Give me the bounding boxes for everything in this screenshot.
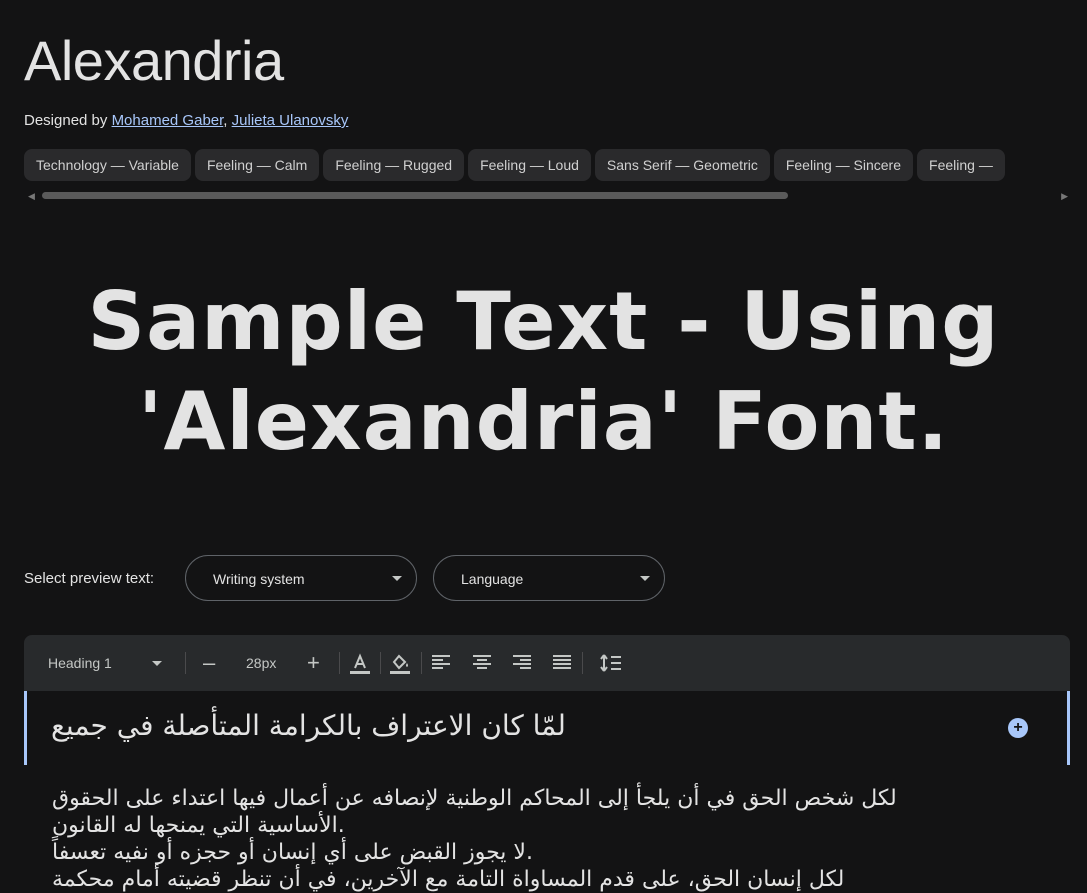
- chevron-down-icon: [392, 576, 402, 581]
- tag-chip[interactable]: Feeling — Rugged: [323, 149, 465, 181]
- scroll-right-icon[interactable]: ▶: [1061, 190, 1068, 202]
- tag-chip[interactable]: Feeling — Sincere: [773, 149, 914, 181]
- tags-scrollbar[interactable]: ◀ ▶: [24, 190, 1070, 202]
- highlight-color-icon[interactable]: [388, 652, 412, 676]
- designers-line: Designed by Mohamed Gaber, Julieta Ulano…: [24, 112, 349, 129]
- align-left-icon[interactable]: [430, 652, 452, 674]
- preview-label: Select preview text:: [24, 570, 155, 587]
- sample-line-1: Sample Text - Using: [87, 275, 1000, 368]
- editor-heading-text[interactable]: لمّا كان الاعتراف بالكرامة المتأصلة في ج…: [51, 709, 566, 742]
- chevron-down-icon: [152, 661, 162, 666]
- toolbar-divider: [380, 652, 381, 674]
- designer-link-2[interactable]: Julieta Ulanovsky: [232, 112, 349, 129]
- align-justify-icon[interactable]: [551, 652, 573, 674]
- font-size-value: 28px: [246, 655, 277, 671]
- text-color-icon[interactable]: [348, 652, 372, 676]
- add-icon[interactable]: +: [1008, 718, 1028, 738]
- tag-chip[interactable]: Feeling — Loud: [468, 149, 591, 181]
- editor-paragraph: لكل إنسان الحق، على قدم المساواة التامة …: [52, 867, 845, 892]
- toolbar-divider: [339, 652, 340, 674]
- scrollbar-thumb[interactable]: [42, 192, 788, 199]
- editor-paragraph: لا يجوز القبض على أي إنسان أو حجزه أو نف…: [52, 840, 533, 865]
- editor-toolbar: Heading 1 – 28px +: [24, 635, 1070, 691]
- designed-by-label: Designed by: [24, 112, 108, 129]
- editor-body-text[interactable]: لكل شخص الحق في أن يلجأ إلى المحاكم الوط…: [52, 785, 972, 893]
- align-right-icon[interactable]: [511, 652, 533, 674]
- align-center-icon[interactable]: [471, 652, 493, 674]
- tag-chip[interactable]: Feeling —: [917, 149, 1005, 181]
- toolbar-divider: [421, 652, 422, 674]
- increase-size-button[interactable]: +: [307, 635, 320, 691]
- text-style-select[interactable]: Heading 1: [48, 635, 112, 691]
- editor-paragraph: الأساسية التي يمنحها له القانون.: [52, 813, 345, 838]
- editor-heading-line[interactable]: لمّا كان الاعتراف بالكرامة المتأصلة في ج…: [24, 691, 1070, 765]
- sample-line-2: 'Alexandria' Font.: [137, 375, 950, 468]
- tag-chip[interactable]: Sans Serif — Geometric: [594, 149, 770, 181]
- sample-text: Sample Text - Using 'Alexandria' Font.: [60, 272, 1027, 472]
- tag-list: Technology — Variable Feeling — Calm Feeli…: [24, 149, 1070, 183]
- line-height-icon[interactable]: [599, 652, 623, 674]
- scroll-left-icon[interactable]: ◀: [28, 190, 35, 202]
- toolbar-divider: [582, 652, 583, 674]
- language-value: Language: [461, 571, 524, 587]
- designer-link-1[interactable]: Mohamed Gaber: [112, 112, 224, 129]
- language-select[interactable]: Language: [433, 555, 665, 601]
- tag-chip[interactable]: Feeling — Calm: [194, 149, 320, 181]
- decrease-size-button[interactable]: –: [203, 635, 215, 691]
- writing-system-select[interactable]: Writing system: [185, 555, 417, 601]
- chevron-down-icon: [640, 576, 650, 581]
- tag-chip[interactable]: Technology — Variable: [24, 149, 191, 181]
- font-title: Alexandria: [24, 29, 284, 92]
- editor-paragraph: لكل شخص الحق في أن يلجأ إلى المحاكم الوط…: [52, 786, 897, 811]
- toolbar-divider: [185, 652, 186, 674]
- writing-system-value: Writing system: [213, 571, 305, 587]
